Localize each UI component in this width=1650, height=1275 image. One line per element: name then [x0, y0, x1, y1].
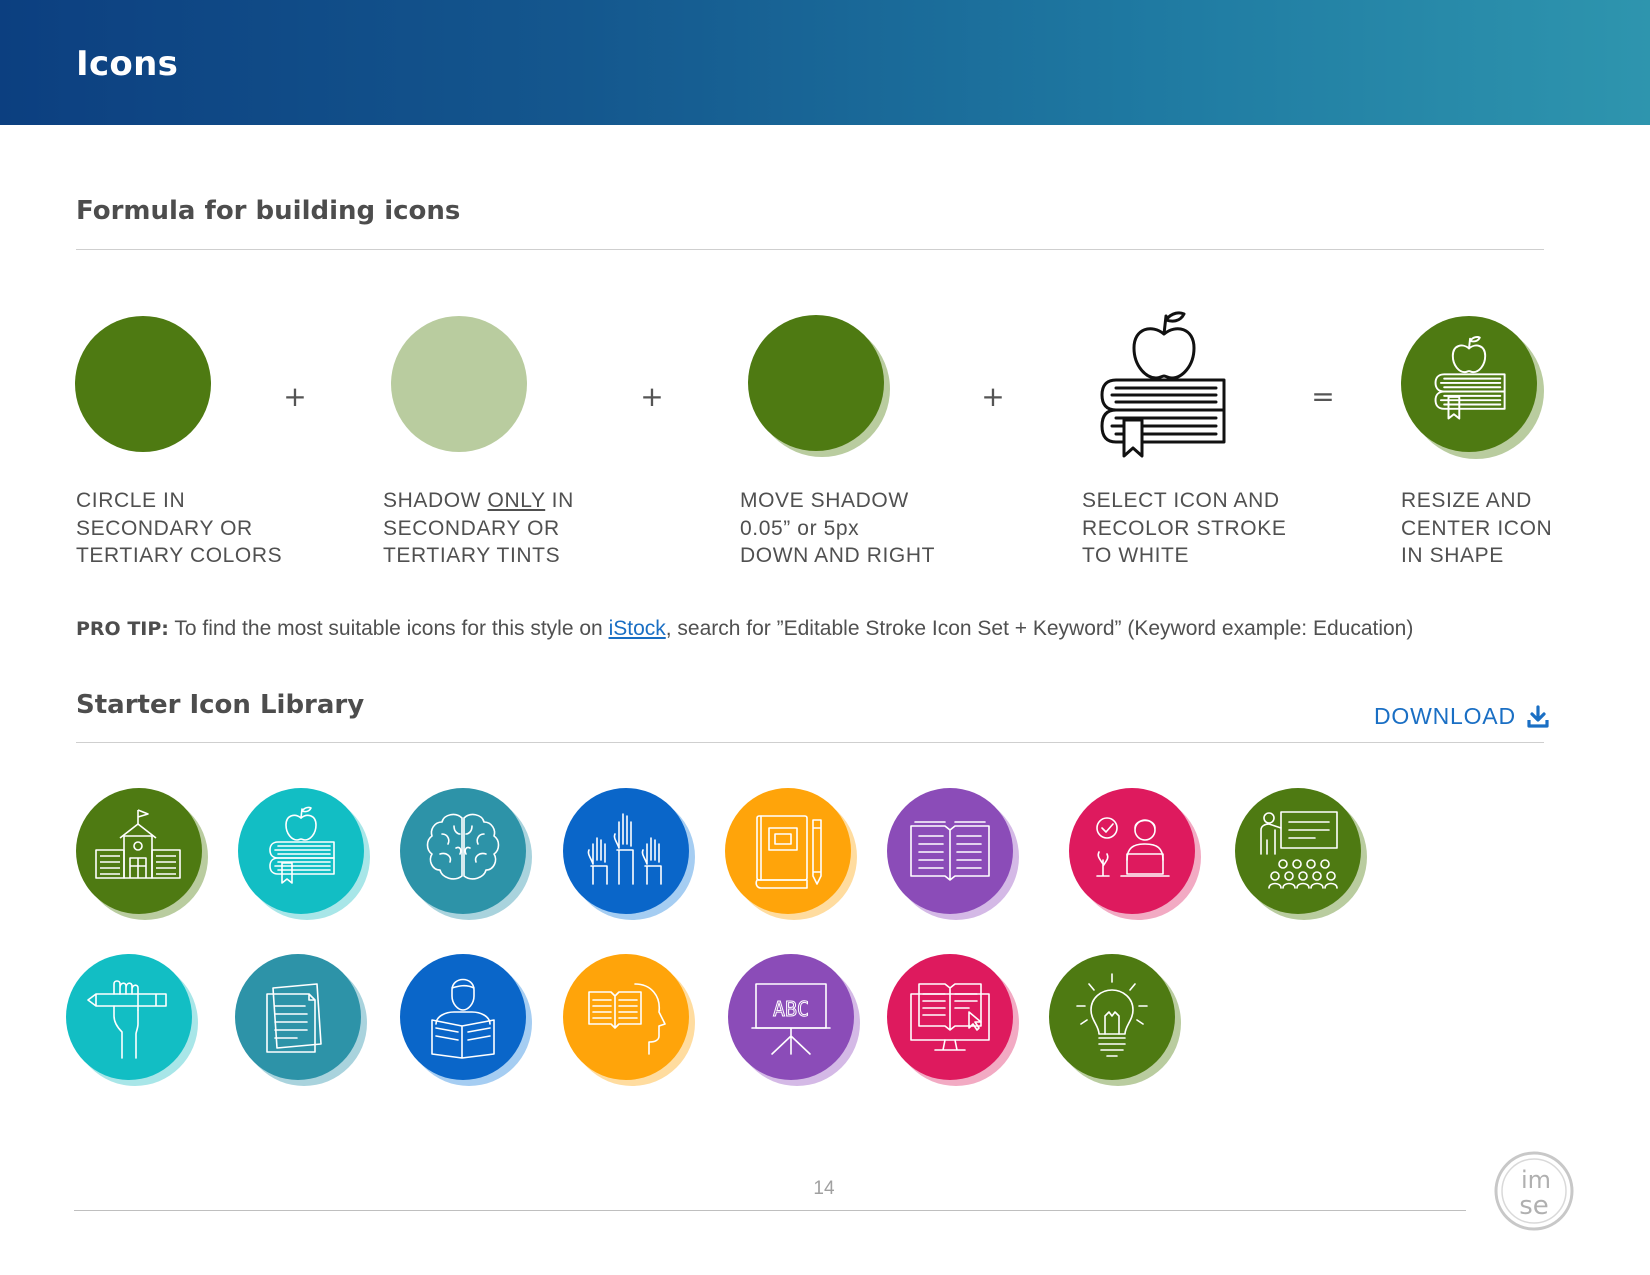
label-emphasis: ONLY — [487, 489, 546, 512]
pro-tip-label: PRO TIP: — [76, 618, 169, 640]
icon-badge[interactable] — [1069, 788, 1201, 920]
label-line: SECONDARY OR — [383, 516, 560, 540]
step5-label: RESIZE AND CENTER ICON IN SHAPE — [1401, 487, 1552, 570]
label-line: RESIZE AND — [1401, 489, 1532, 512]
ebook-monitor-icon — [910, 983, 990, 1051]
logo-text-bottom: se — [1519, 1191, 1549, 1221]
icon-badge[interactable] — [400, 788, 532, 920]
equals-operator: = — [1311, 380, 1335, 413]
step3-circle — [748, 315, 884, 451]
apple-on-books-icon — [1434, 336, 1506, 420]
icon-badge[interactable]: ABC — [728, 954, 860, 1086]
label-text: IN — [545, 489, 574, 512]
download-label: DOWNLOAD — [1374, 703, 1516, 729]
step3-label: MOVE SHADOW 0.05” or 5px DOWN AND RIGHT — [740, 487, 935, 570]
documents-icon — [266, 983, 322, 1053]
icon-badge[interactable] — [1049, 954, 1181, 1086]
icon-badge[interactable] — [725, 788, 857, 920]
page-title: Icons — [76, 44, 179, 84]
istock-link[interactable]: iStock — [609, 617, 666, 640]
label-text: SHADOW — [383, 489, 488, 512]
step2-label: SHADOW ONLY IN SECONDARY OR TERTIARY TIN… — [383, 487, 574, 570]
brain-icon — [426, 813, 500, 880]
label-line: IN SHAPE — [1401, 544, 1504, 567]
icon-badge[interactable] — [887, 788, 1019, 920]
label-line: SHADOW ONLY IN — [383, 487, 574, 515]
pro-tip-text: To find the most suitable icons for this… — [168, 617, 609, 640]
step4-label: SELECT ICON AND RECOLOR STROKE TO WHITE — [1082, 487, 1286, 570]
library-section-title: Starter Icon Library — [76, 690, 365, 720]
page-number: 14 — [813, 1178, 835, 1199]
label-line: DOWN AND RIGHT — [740, 544, 936, 567]
label-line: SECONDARY OR — [76, 516, 253, 540]
abc-text: ABC — [773, 997, 809, 1021]
label-line: SELECT ICON AND — [1082, 489, 1280, 512]
icon-badge[interactable] — [563, 954, 695, 1086]
plus-operator: + — [981, 380, 1005, 413]
label-line: CIRCLE IN — [76, 489, 186, 512]
formula-section-title: Formula for building icons — [76, 196, 461, 226]
plus-operator: + — [283, 380, 307, 413]
step1-label: CIRCLE IN SECONDARY OR TERTIARY COLORS — [76, 487, 282, 570]
label-line: RECOLOR STROKE — [1082, 516, 1287, 540]
label-line: TO WHITE — [1082, 544, 1190, 567]
pro-tip: PRO TIP: To find the most suitable icons… — [76, 617, 1413, 641]
label-line: 0.05” or 5px — [740, 516, 860, 540]
download-icon — [1527, 704, 1549, 728]
raised-hands-icon — [587, 813, 662, 885]
icon-badge[interactable] — [238, 788, 370, 920]
step2-shadow-circle — [391, 316, 527, 452]
person-reading-icon — [431, 978, 495, 1059]
plus-operator: + — [640, 380, 664, 413]
icon-badge[interactable] — [66, 954, 198, 1086]
school-building-icon — [95, 809, 181, 879]
abc-chalkboard-icon: ABC — [751, 983, 831, 1055]
icon-badge[interactable] — [887, 954, 1019, 1086]
apple-on-books-outline-icon — [1100, 311, 1226, 458]
label-line: TERTIARY TINTS — [383, 544, 561, 567]
lightbulb-icon — [1076, 973, 1148, 1057]
imse-logo: im se — [1494, 1151, 1574, 1231]
footer-divider — [74, 1210, 1466, 1211]
book-and-pencil-icon — [755, 815, 822, 889]
icon-badge[interactable] — [76, 788, 208, 920]
label-line: CENTER ICON — [1401, 516, 1553, 540]
hand-holding-pencil-icon — [87, 980, 167, 1059]
icon-badge[interactable] — [400, 954, 532, 1086]
section-divider — [76, 249, 1544, 250]
icon-badge[interactable] — [235, 954, 367, 1086]
pro-tip-text: , search for ”Editable Stroke Icon Set +… — [665, 617, 1414, 640]
section-divider — [76, 742, 1544, 743]
step1-circle — [75, 316, 211, 452]
online-learner-icon — [1096, 817, 1170, 877]
open-book-icon — [910, 821, 990, 881]
icon-badge[interactable] — [1235, 788, 1367, 920]
download-button[interactable]: DOWNLOAD — [1374, 703, 1550, 730]
apple-on-books-icon — [269, 806, 335, 884]
label-line: MOVE SHADOW — [740, 489, 909, 512]
book-in-mind-icon — [588, 983, 666, 1055]
teacher-with-class-icon — [1260, 811, 1338, 889]
icon-badge[interactable] — [563, 788, 695, 920]
header-banner: Icons — [0, 0, 1650, 125]
logo-text-top: im — [1521, 1166, 1551, 1194]
label-line: TERTIARY COLORS — [76, 544, 283, 567]
